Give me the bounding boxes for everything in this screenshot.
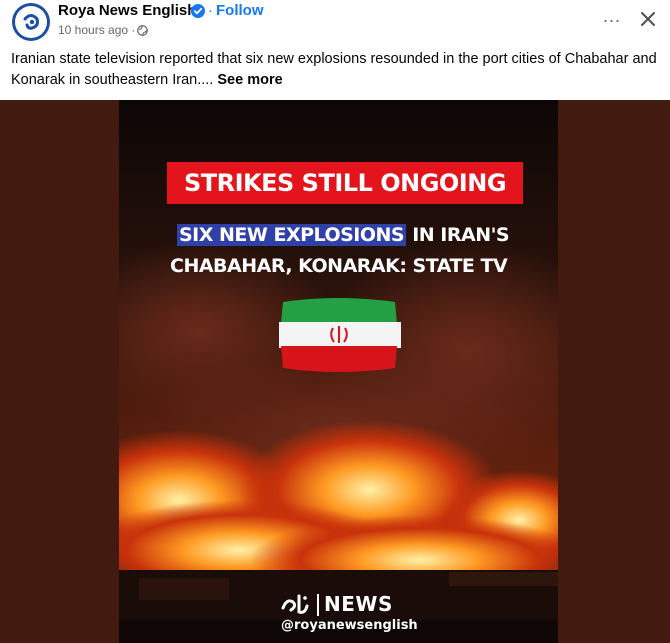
- see-more-link[interactable]: See more: [217, 72, 282, 88]
- follow-separator: ·: [208, 2, 213, 19]
- video-banner: STRIKES STILL ONGOING: [167, 162, 523, 204]
- logo-news-text: NEWS: [324, 592, 393, 616]
- headline-highlight: SIX NEW EXPLOSIONS: [177, 224, 407, 246]
- media-container[interactable]: STRIKES STILL ONGOING SIX NEW EXPLOSIONS…: [0, 100, 670, 643]
- follow-button[interactable]: Follow: [216, 2, 264, 19]
- roya-logo-icon: [15, 6, 47, 38]
- video-headline-line1: SIX NEW EXPLOSIONS IN IRAN'S: [177, 221, 510, 249]
- video-handle: @royanewsenglish: [281, 618, 418, 633]
- post-message-text: Iranian state television reported that s…: [11, 51, 657, 88]
- post-timestamp[interactable]: 10 hours ago ·: [58, 23, 135, 37]
- page-avatar[interactable]: [12, 3, 50, 41]
- globe-icon: [137, 25, 148, 36]
- close-icon[interactable]: [635, 6, 661, 32]
- video-player[interactable]: STRIKES STILL ONGOING SIX NEW EXPLOSIONS…: [119, 100, 558, 643]
- more-options-button[interactable]: ...: [598, 6, 626, 30]
- verified-badge-icon: [191, 4, 205, 18]
- iran-flag-icon: [279, 298, 401, 372]
- post-message: Iranian state television reported that s…: [11, 49, 661, 91]
- logo-divider: [317, 594, 319, 616]
- roya-mark-icon: [281, 594, 309, 614]
- video-headline-line2: CHABAHAR, KONARAK: STATE TV: [170, 255, 508, 277]
- post-header: Roya News English · Follow 10 hours ago …: [0, 0, 670, 44]
- headline-rest: IN IRAN'S: [406, 224, 510, 246]
- page-name-link[interactable]: Roya News English: [58, 2, 196, 19]
